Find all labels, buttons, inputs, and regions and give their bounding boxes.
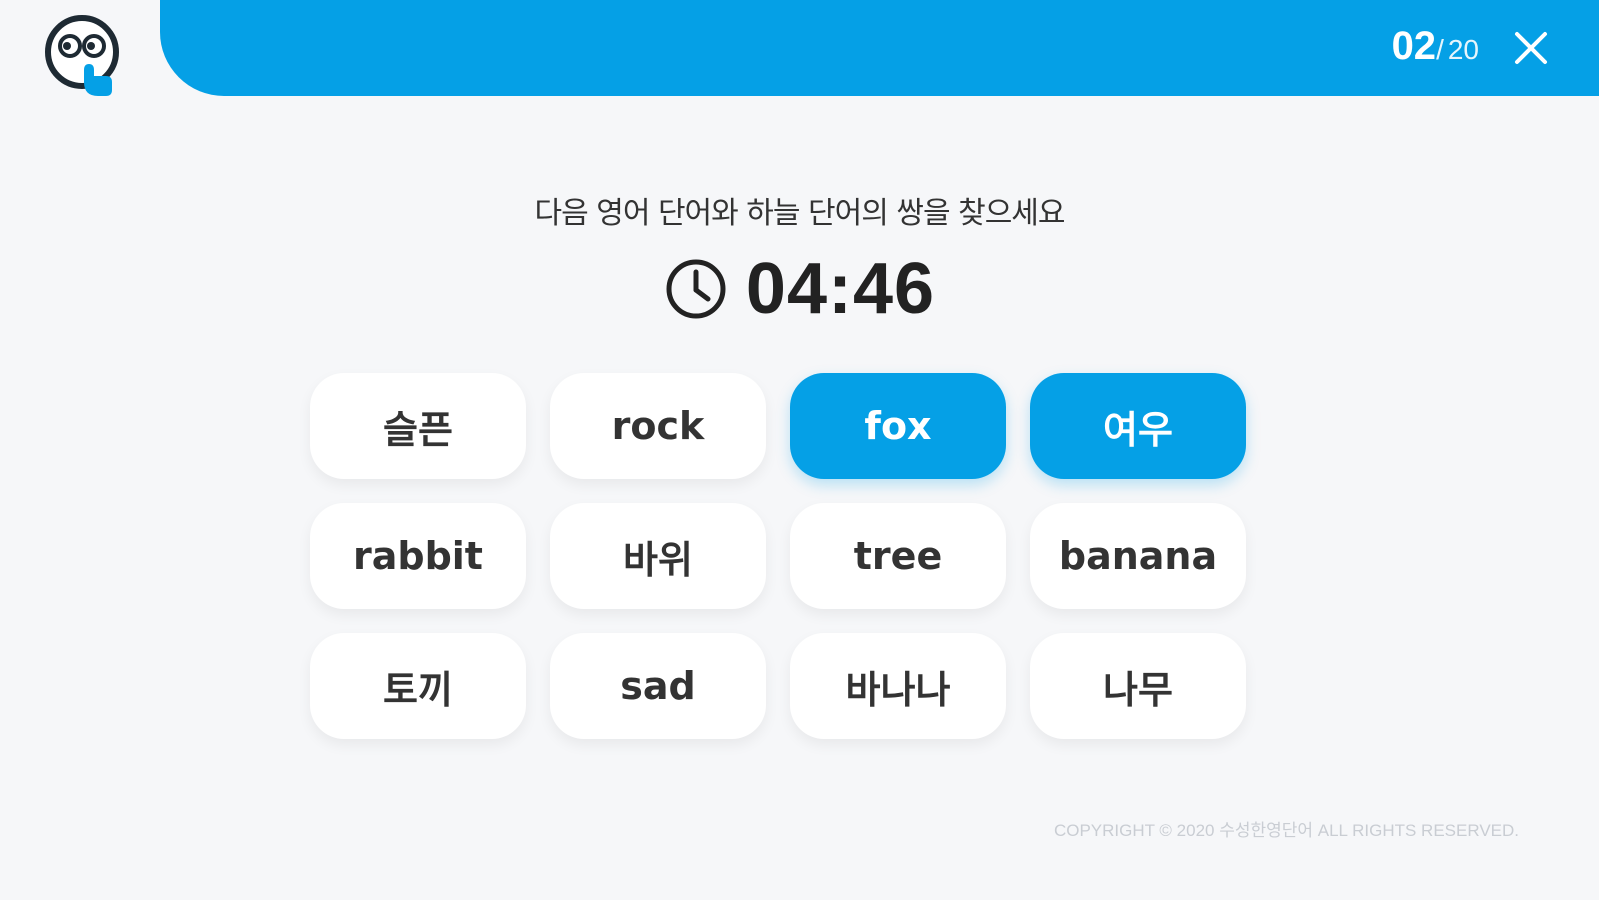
word-card[interactable]: rock — [550, 373, 766, 479]
word-card-label: fox — [864, 404, 932, 448]
word-card[interactable]: sad — [550, 633, 766, 739]
word-card-label: 바위 — [623, 537, 693, 582]
quiz-instruction: 다음 영어 단어와 하늘 단어의 쌍을 찾으세요 — [534, 196, 1065, 231]
close-icon[interactable] — [1511, 28, 1551, 68]
word-card[interactable]: 바위 — [550, 503, 766, 609]
word-card[interactable]: 토끼 — [310, 633, 526, 739]
word-card-grid: 슬픈 rock fox 여우 rabbit 바위 tree banana 토끼 … — [310, 373, 1246, 739]
word-card-label: rock — [611, 404, 705, 448]
word-card-label: banana — [1058, 534, 1218, 578]
clock-icon — [664, 257, 728, 321]
word-card-selected[interactable]: fox — [790, 373, 1006, 479]
word-card-label: tree — [853, 534, 943, 578]
word-card-label: sad — [620, 664, 696, 708]
word-card[interactable]: 나무 — [1030, 633, 1246, 739]
word-card-label: 바나나 — [845, 667, 951, 712]
copyright-notice: COPYRIGHT © 2020 수성한영단어 ALL RIGHTS RESER… — [1053, 821, 1519, 840]
progress-current: 02 — [1391, 24, 1437, 68]
top-bar: 02 / 20 — [160, 0, 1599, 96]
word-card[interactable]: 바나나 — [790, 633, 1006, 739]
word-card[interactable]: 슬픈 — [310, 373, 526, 479]
word-card[interactable]: banana — [1030, 503, 1246, 609]
word-card[interactable]: tree — [790, 503, 1006, 609]
timer-value: 04:46 — [745, 249, 936, 329]
question-progress: 02 / 20 — [1392, 24, 1479, 69]
word-card-label: 슬픈 — [383, 407, 453, 452]
word-card-label: 토끼 — [383, 667, 453, 712]
word-card[interactable]: rabbit — [310, 503, 526, 609]
word-card-selected[interactable]: 여우 — [1030, 373, 1246, 479]
word-card-label: 나무 — [1103, 667, 1173, 712]
progress-separator: / — [1436, 34, 1444, 65]
countdown-timer: 04:46 — [0, 248, 1599, 330]
word-card-label: 여우 — [1103, 407, 1173, 452]
progress-total: 20 — [1447, 34, 1479, 65]
app-logo-icon[interactable] — [40, 12, 130, 102]
word-card-label: rabbit — [353, 534, 483, 578]
